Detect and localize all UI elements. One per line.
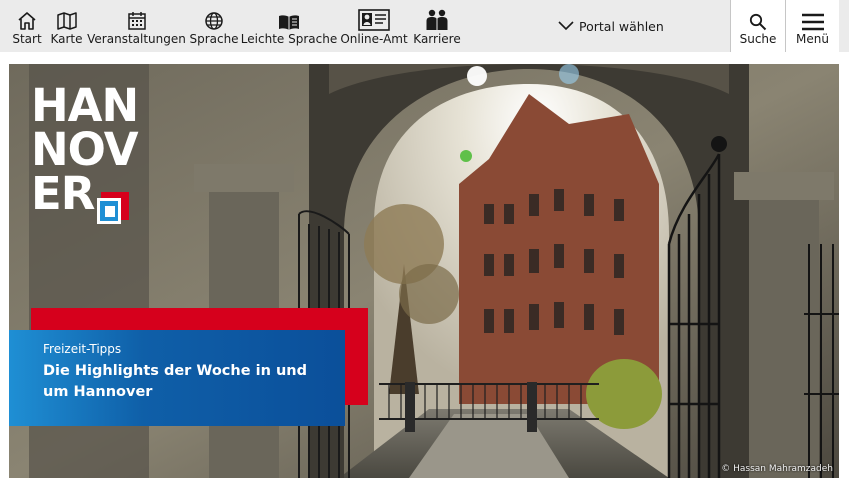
menu-button-label: Menü xyxy=(796,32,829,46)
teaser-link[interactable]: Freizeit-Tipps Die Highlights der Woche … xyxy=(9,330,345,426)
portal-select-label: Portal wählen xyxy=(579,18,664,34)
nav-item-sprache[interactable]: Sprache xyxy=(189,0,239,52)
nav-item-label: Sprache xyxy=(189,32,239,46)
portal-select[interactable]: Portal wählen xyxy=(558,14,664,38)
book-icon xyxy=(278,0,300,31)
nav-item-karte[interactable]: Karte xyxy=(50,0,83,52)
search-button-label: Suche xyxy=(739,32,777,46)
nav-item-label: Leichte Sprache xyxy=(240,32,338,46)
globe-icon xyxy=(204,0,224,31)
nav-item-label: Veranstaltungen xyxy=(87,32,186,46)
nav-item-label: Karriere xyxy=(413,32,461,46)
menu-button[interactable]: Menü xyxy=(786,0,839,52)
chevron-down-icon xyxy=(558,19,574,34)
nav-item-label: Online-Amt xyxy=(340,32,408,46)
search-icon xyxy=(749,0,767,31)
home-icon xyxy=(17,0,37,31)
hamburger-icon xyxy=(801,0,825,31)
hannover-logo[interactable]: HAN NOV ER xyxy=(31,79,141,224)
id-card-icon xyxy=(358,0,390,31)
nav-item-online-amt[interactable]: Online-Amt xyxy=(340,0,408,52)
calendar-icon xyxy=(127,0,147,31)
logo-line: HAN xyxy=(31,79,139,132)
search-button[interactable]: Suche xyxy=(731,0,785,52)
logo-line: NOV xyxy=(31,123,139,176)
nav-item-label: Karte xyxy=(50,32,83,46)
photo-credit: © Hassan Mahramzadeh xyxy=(721,464,833,474)
teaser-kicker: Freizeit-Tipps xyxy=(43,342,122,356)
nav-item-veranstaltungen[interactable]: Veranstaltungen xyxy=(87,0,186,52)
nav-item-leichte-sprache[interactable]: Leichte Sprache xyxy=(241,0,337,52)
top-navigation: Start Karte Veranstaltungen Sprache Leic… xyxy=(0,0,849,52)
nav-item-karriere[interactable]: Karriere xyxy=(413,0,461,52)
map-icon xyxy=(56,0,78,31)
teaser-headline: Die Highlights der Woche in und um Hanno… xyxy=(43,363,307,400)
hero-banner: HAN NOV ER Freizeit-Tipps Die Highlights… xyxy=(9,64,839,478)
nav-item-label: Start xyxy=(12,32,42,46)
nav-item-start[interactable]: Start xyxy=(12,0,42,52)
logo-mark-icon xyxy=(97,192,129,224)
people-icon xyxy=(425,0,449,31)
